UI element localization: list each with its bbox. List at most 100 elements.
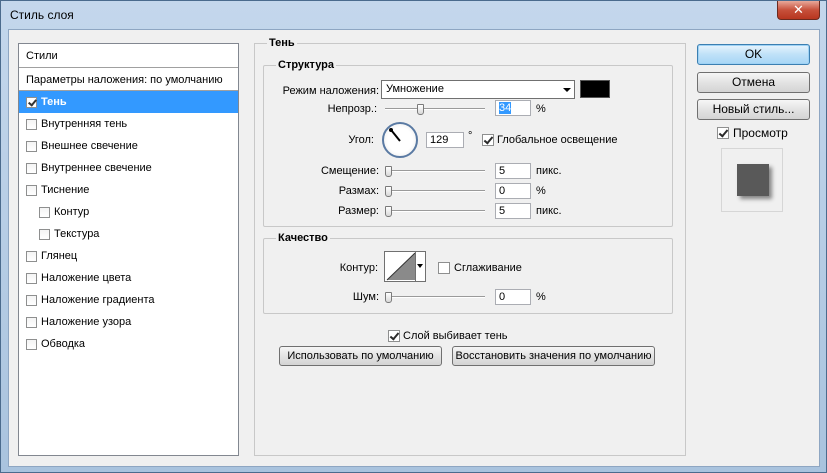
knockout-checkbox[interactable] [388,330,400,342]
style-item-label: Внешнее свечение [41,140,138,152]
style-item-label: Внутреннее свечение [41,162,152,174]
style-item[interactable]: Текстура [19,223,238,245]
contour-preview-icon [386,252,416,281]
distance-slider-thumb[interactable] [385,166,392,177]
opacity-slider[interactable] [385,104,485,115]
blend-mode-label: Режим наложения: [282,85,379,97]
noise-slider-thumb[interactable] [385,292,392,303]
contour-dropdown[interactable] [415,252,425,281]
distance-slider[interactable] [385,166,485,177]
opacity-label: Непрозр.: [327,103,377,115]
style-item-label: Тиснение [41,184,90,196]
contour-label: Контур: [339,262,378,274]
distance-label: Смещение: [320,165,379,177]
noise-input[interactable]: 0 [495,289,531,305]
spread-slider-thumb[interactable] [385,186,392,197]
noise-label: Шум: [352,291,379,303]
style-item-checkbox[interactable] [26,294,37,306]
style-item[interactable]: Контур [19,201,238,223]
style-item-checkbox[interactable] [39,228,50,240]
style-item[interactable]: Глянец [19,245,238,267]
style-item-checkbox[interactable] [26,272,37,284]
style-item-label: Глянец [41,250,78,262]
knockout-label[interactable]: Слой выбивает тень [403,330,508,342]
noise-slider[interactable] [385,292,485,303]
style-item-label: Внутренняя тень [41,118,128,130]
chevron-down-icon [417,264,423,268]
style-item-label: Обводка [41,338,86,350]
angle-input[interactable]: 129 [426,132,464,148]
size-slider[interactable] [385,206,485,217]
style-item-checkbox[interactable] [26,250,37,262]
style-item-checkbox[interactable] [26,140,37,152]
antialias-checkbox[interactable] [438,262,450,274]
style-item-label: Наложение узора [41,316,132,328]
style-item[interactable]: Наложение градиента [19,289,238,311]
spread-slider[interactable] [385,186,485,197]
style-item[interactable]: Тиснение [19,179,238,201]
blend-mode-value: Умножение [386,83,444,95]
style-item-checkbox[interactable] [26,316,37,328]
size-unit: пикс. [536,205,562,217]
preview-label[interactable]: Просмотр [733,126,788,140]
ok-button[interactable]: OK [697,44,810,65]
antialias-label[interactable]: Сглаживание [454,262,522,274]
style-item-label: Наложение градиента [41,294,155,306]
style-item-label: Текстура [54,228,100,240]
angle-unit: ° [468,130,473,142]
blend-mode-select[interactable]: Умножение [381,80,575,99]
distance-input[interactable]: 5 [495,163,531,179]
size-slider-thumb[interactable] [385,206,392,217]
cancel-button[interactable]: Отмена [697,72,810,93]
style-item[interactable]: Внутренняя тень [19,113,238,135]
angle-dial-hand [391,130,401,142]
quality-group: Качество Контур: Сглаживание Шум: 0 % [263,232,673,314]
spread-input[interactable]: 0 [495,183,531,199]
style-item[interactable]: Наложение узора [19,311,238,333]
structure-title: Структура [276,59,336,71]
angle-label: Угол: [348,134,374,146]
shadow-color-swatch[interactable] [580,80,610,98]
style-item-checkbox[interactable] [26,338,37,350]
style-item-checkbox[interactable] [39,206,50,218]
reset-default-button[interactable]: Восстановить значения по умолчанию [452,346,655,366]
angle-dial[interactable] [382,122,418,158]
opacity-input[interactable]: 34 [495,100,531,116]
style-item[interactable]: Тень [19,91,238,113]
style-item[interactable]: Внутреннее свечение [19,157,238,179]
new-style-button[interactable]: Новый стиль... [697,99,810,120]
global-light-label[interactable]: Глобальное освещение [497,134,618,146]
distance-unit: пикс. [536,165,562,177]
global-light-checkbox[interactable] [482,134,494,146]
make-default-button[interactable]: Использовать по умолчанию [279,346,442,366]
blending-options-item[interactable]: Параметры наложения: по умолчанию [19,69,238,91]
size-label: Размер: [338,205,379,217]
noise-unit: % [536,291,546,303]
title-bar[interactable]: Стиль слоя ✕ [1,1,826,29]
preview-checkbox[interactable] [717,127,729,139]
style-item-label: Наложение цвета [41,272,132,284]
style-item-checkbox[interactable] [26,162,37,174]
window-title: Стиль слоя [10,8,74,22]
angle-dial-dot [389,128,393,132]
contour-picker[interactable] [384,251,426,282]
chevron-down-icon [563,88,571,92]
style-item[interactable]: Наложение цвета [19,267,238,289]
style-item-checkbox[interactable] [26,96,37,108]
section-title-shadow: Тень [267,37,297,49]
style-preview [721,148,783,212]
style-item-checkbox[interactable] [26,184,37,196]
style-item-checkbox[interactable] [26,118,37,130]
size-input[interactable]: 5 [495,203,531,219]
style-item[interactable]: Внешнее свечение [19,135,238,157]
style-item-label: Тень [41,96,67,108]
style-item-label: Контур [54,206,90,218]
dialog-window: Стиль слоя ✕ Стили Параметры наложения: … [0,0,827,473]
opacity-unit: % [536,103,546,115]
close-button[interactable]: ✕ [777,1,820,20]
spread-unit: % [536,185,546,197]
styles-header[interactable]: Стили [19,44,238,68]
opacity-slider-thumb[interactable] [417,104,424,115]
style-item[interactable]: Обводка [19,333,238,355]
structure-group: Структура Режим наложения: Умножение Неп… [263,59,673,227]
